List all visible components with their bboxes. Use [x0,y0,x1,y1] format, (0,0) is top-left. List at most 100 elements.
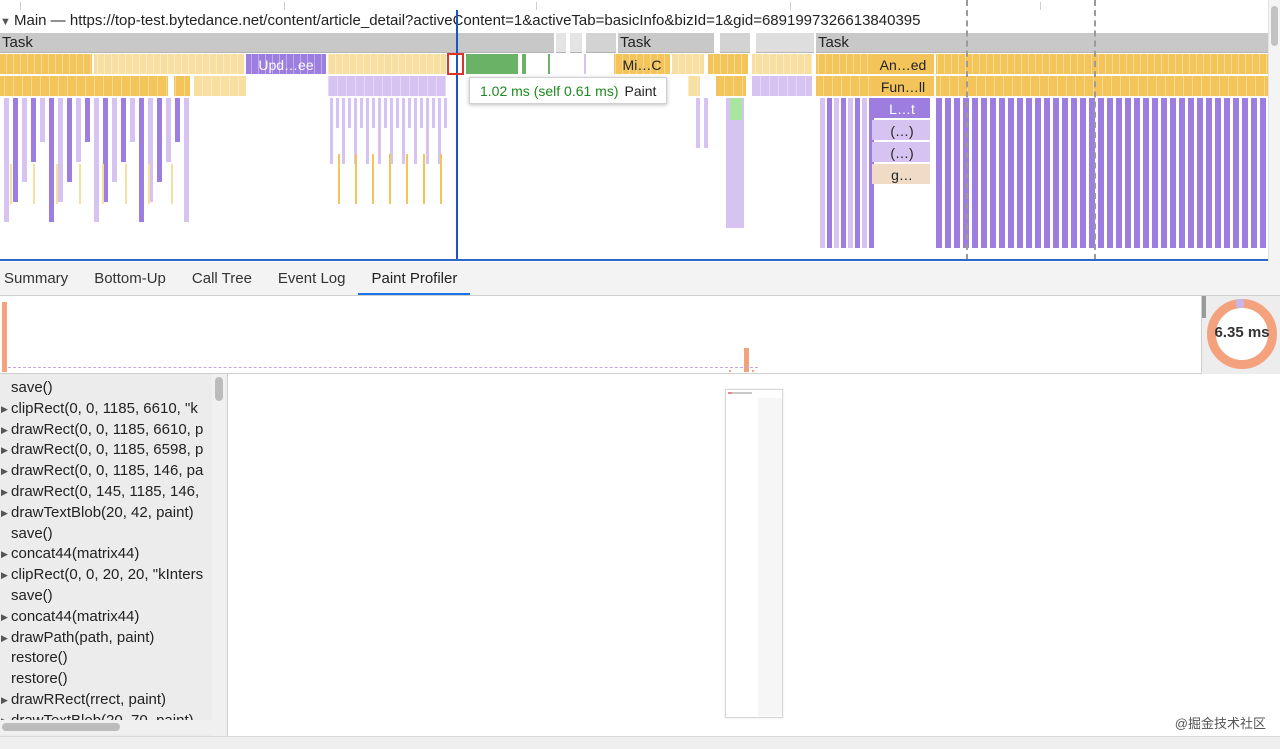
command-log-hscroll-thumb[interactable] [2,723,120,731]
task-bar-small[interactable] [556,33,566,53]
command-row[interactable]: save() [0,524,212,545]
command-row[interactable]: save() [0,586,212,607]
flame-block [336,98,339,128]
flame-block [688,76,700,96]
overview-resize-grip[interactable] [1202,296,1206,318]
command-list[interactable]: save() ▶ clipRect(0, 0, 1185, 6610, "k ▶ dra… [0,378,212,732]
expand-arrow-icon[interactable]: ▶ [1,690,8,711]
command-row[interactable]: ▶ drawRect(0, 0, 1185, 146, pa [0,461,212,482]
command-row[interactable]: ▶ drawPath(path, paint) [0,628,212,649]
command-text: drawTextBlob(20, 42, paint) [11,503,194,521]
flame-block [1075,76,1076,96]
flame-block [94,76,95,96]
command-row[interactable]: ▶ drawRect(0, 145, 1185, 146, [0,482,212,503]
flame-block [423,154,425,204]
flame-block [22,98,27,182]
command-log-hscroll[interactable] [0,720,212,734]
block-label-g[interactable]: g… [874,165,930,185]
selection-cursor-line[interactable] [456,10,458,260]
command-row[interactable]: ▶ concat44(matrix44) [0,544,212,565]
expand-arrow-icon[interactable]: ▶ [1,607,8,628]
expand-arrow-icon[interactable]: ▶ [1,482,8,503]
tab-bottom-up[interactable]: Bottom-Up [81,262,179,295]
expand-arrow-icon[interactable]: ▶ [1,440,8,461]
paint-preview[interactable]: @掘金技术社区 [228,374,1280,736]
main-thread-header[interactable]: ▼ Main — https://top-test.bytedance.net/c… [0,10,1268,32]
block-label-fun-ll[interactable]: Fun…ll [872,77,934,97]
command-row[interactable]: save() [0,378,212,399]
task-bar[interactable]: Task [618,33,714,53]
flame-block [1201,76,1202,96]
flame-block [846,54,847,74]
expand-arrow-icon[interactable]: ▶ [1,565,8,586]
paint-command-log[interactable]: save() ▶ clipRect(0, 0, 1185, 6610, "k ▶ dra… [0,374,228,736]
task-bar-small[interactable] [720,33,750,53]
command-log-vscroll-thumb[interactable] [215,377,223,401]
expand-arrow-icon[interactable]: ▶ [1,399,8,420]
task-bar-small[interactable] [756,33,814,53]
command-row[interactable]: ▶ drawTextBlob(20, 42, paint) [0,503,212,524]
tab-summary[interactable]: Summary [0,262,81,295]
flame-block [805,76,806,96]
tab-paint-profiler[interactable]: Paint Profiler [358,262,471,295]
flame-block [335,54,336,74]
flame-block [90,54,91,74]
block-label-update[interactable]: Upd…ee [246,55,326,75]
expand-arrow-icon[interactable]: ▶ [1,461,8,482]
command-row[interactable]: ▶ clipRect(0, 0, 1185, 6610, "k [0,399,212,420]
tab-call-tree[interactable]: Call Tree [179,262,265,295]
flame-block [848,98,853,248]
flame-block [211,76,212,96]
expand-arrow-icon[interactable]: ▶ [1,544,8,565]
expand-arrow-icon[interactable]: ▶ [1,628,8,649]
paint-timeline-bars[interactable] [0,296,1200,374]
flame-block [706,54,707,74]
block-label-anon[interactable]: (…) [874,143,930,163]
command-text: drawPath(path, paint) [11,628,155,646]
paint-profiler-overview[interactable]: 6.35 ms [0,296,1280,374]
flame-block [1264,76,1265,96]
command-row[interactable]: ▶ drawRect(0, 0, 1185, 6598, p [0,440,212,461]
flame-block [797,54,798,74]
flame-block [184,76,185,96]
flame-block [418,76,419,96]
selected-paint-event[interactable] [447,53,464,75]
task-bar[interactable]: Task [0,33,554,53]
flame-block [783,54,784,74]
flame-scrollbar-thumb[interactable] [1271,6,1278,46]
page-snapshot-thumbnail[interactable] [725,389,783,718]
block-label-l-t[interactable]: L…t [874,99,930,119]
block-label-mi-c[interactable]: Mi…C [614,55,670,75]
flame-block [804,54,805,74]
command-row[interactable]: restore() [0,669,212,690]
flame-scrollbar[interactable] [1268,0,1280,262]
flame-block [937,54,938,74]
command-row[interactable]: ▶ drawRRect(rrect, paint) [0,690,212,711]
command-log-vscroll[interactable] [212,374,226,736]
command-row[interactable]: ▶ clipRect(0, 0, 20, 20, "kInters [0,565,212,586]
collapse-triangle-icon[interactable]: ▼ [0,11,14,33]
command-text: drawRect(0, 145, 1185, 146, [11,482,200,500]
command-row[interactable]: ▶ drawRect(0, 0, 1185, 6610, p [0,420,212,441]
command-row[interactable]: ▶ concat44(matrix44) [0,607,212,628]
task-bar-small[interactable] [570,33,582,53]
timeline-top-strip [0,0,1268,10]
task-bar-small[interactable] [586,33,616,53]
flame-block [1044,98,1050,248]
command-row[interactable]: restore() [0,648,212,669]
expand-arrow-icon[interactable]: ▶ [1,503,8,524]
flame-block [688,76,689,96]
flame-block [112,98,117,182]
tab-event-log[interactable]: Event Log [265,262,359,295]
command-text: clipRect(0, 0, 20, 20, "kInters [11,566,204,584]
flame-block [4,76,5,96]
command-text: drawRect(0, 0, 1185, 146, pa [11,462,204,480]
expand-arrow-icon[interactable]: ▶ [1,420,8,441]
flame-block [111,54,112,74]
flame-chart[interactable]: ▼ Main — https://top-test.bytedance.net/c… [0,0,1280,262]
block-label-anon[interactable]: (…) [874,121,930,141]
block-label-an-ed[interactable]: An…ed [872,55,934,75]
flame-block [839,54,840,74]
flame-block [355,76,356,96]
task-bar[interactable]: Task [816,33,1268,53]
